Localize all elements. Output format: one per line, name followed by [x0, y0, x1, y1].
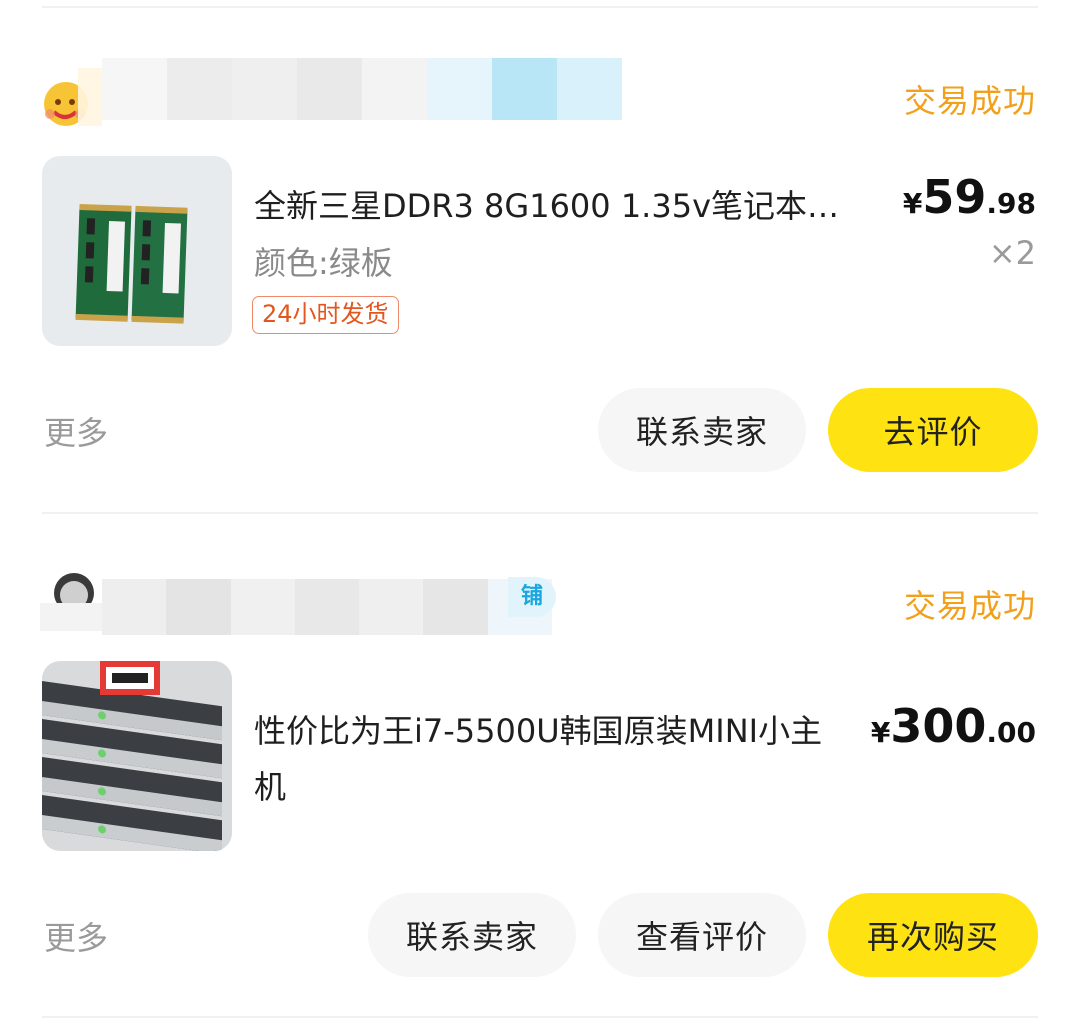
shop-badge-partial-icon: 铺	[508, 577, 556, 617]
product-title[interactable]: 全新三星DDR3 8G1600 1.35v笔记本…	[254, 178, 864, 234]
product-spec: 颜色:绿板	[254, 244, 393, 282]
more-button[interactable]: 更多	[44, 913, 108, 959]
product-quantity: ×2	[988, 234, 1036, 272]
price-integer: 300	[890, 699, 987, 753]
product-thumbnail[interactable]	[42, 661, 232, 851]
seller-avatar	[40, 573, 102, 631]
order-status: 交易成功	[903, 82, 1036, 120]
price-symbol: ¥	[902, 187, 923, 220]
top-divider	[42, 6, 1038, 8]
price-symbol: ¥	[870, 716, 891, 749]
seller-name-blurred	[102, 579, 552, 635]
seller-header[interactable]	[40, 58, 622, 128]
more-button[interactable]: 更多	[44, 408, 108, 454]
product-thumbnail[interactable]	[42, 156, 232, 346]
contact-seller-button[interactable]: 联系卖家	[368, 893, 576, 977]
order-card: 铺 交易成功 性价比为王i7-5500U韩国原装MINI小主机 ¥300.00 …	[0, 563, 1080, 1025]
order-divider	[42, 512, 1038, 514]
seller-avatar	[40, 68, 102, 126]
bottom-divider	[42, 1016, 1038, 1018]
product-price: ¥59.98	[903, 170, 1036, 224]
seller-header[interactable]: 铺	[40, 563, 600, 635]
contact-seller-button[interactable]: 联系卖家	[598, 388, 806, 472]
product-price: ¥300.00	[871, 699, 1036, 753]
order-status: 交易成功	[903, 587, 1036, 625]
product-title[interactable]: 性价比为王i7-5500U韩国原装MINI小主机	[254, 703, 834, 815]
write-review-button[interactable]: 去评价	[828, 388, 1038, 472]
seller-name-blurred	[102, 58, 622, 120]
price-decimal: .98	[986, 187, 1036, 220]
view-review-button[interactable]: 查看评价	[598, 893, 806, 977]
price-integer: 59	[922, 170, 987, 224]
price-decimal: .00	[986, 716, 1036, 749]
buy-again-button[interactable]: 再次购买	[828, 893, 1038, 977]
shipping-tag: 24小时发货	[252, 296, 399, 334]
order-card: 交易成功 全新三星DDR3 8G1600 1.35v笔记本… 颜色:绿板 24小…	[0, 58, 1080, 528]
